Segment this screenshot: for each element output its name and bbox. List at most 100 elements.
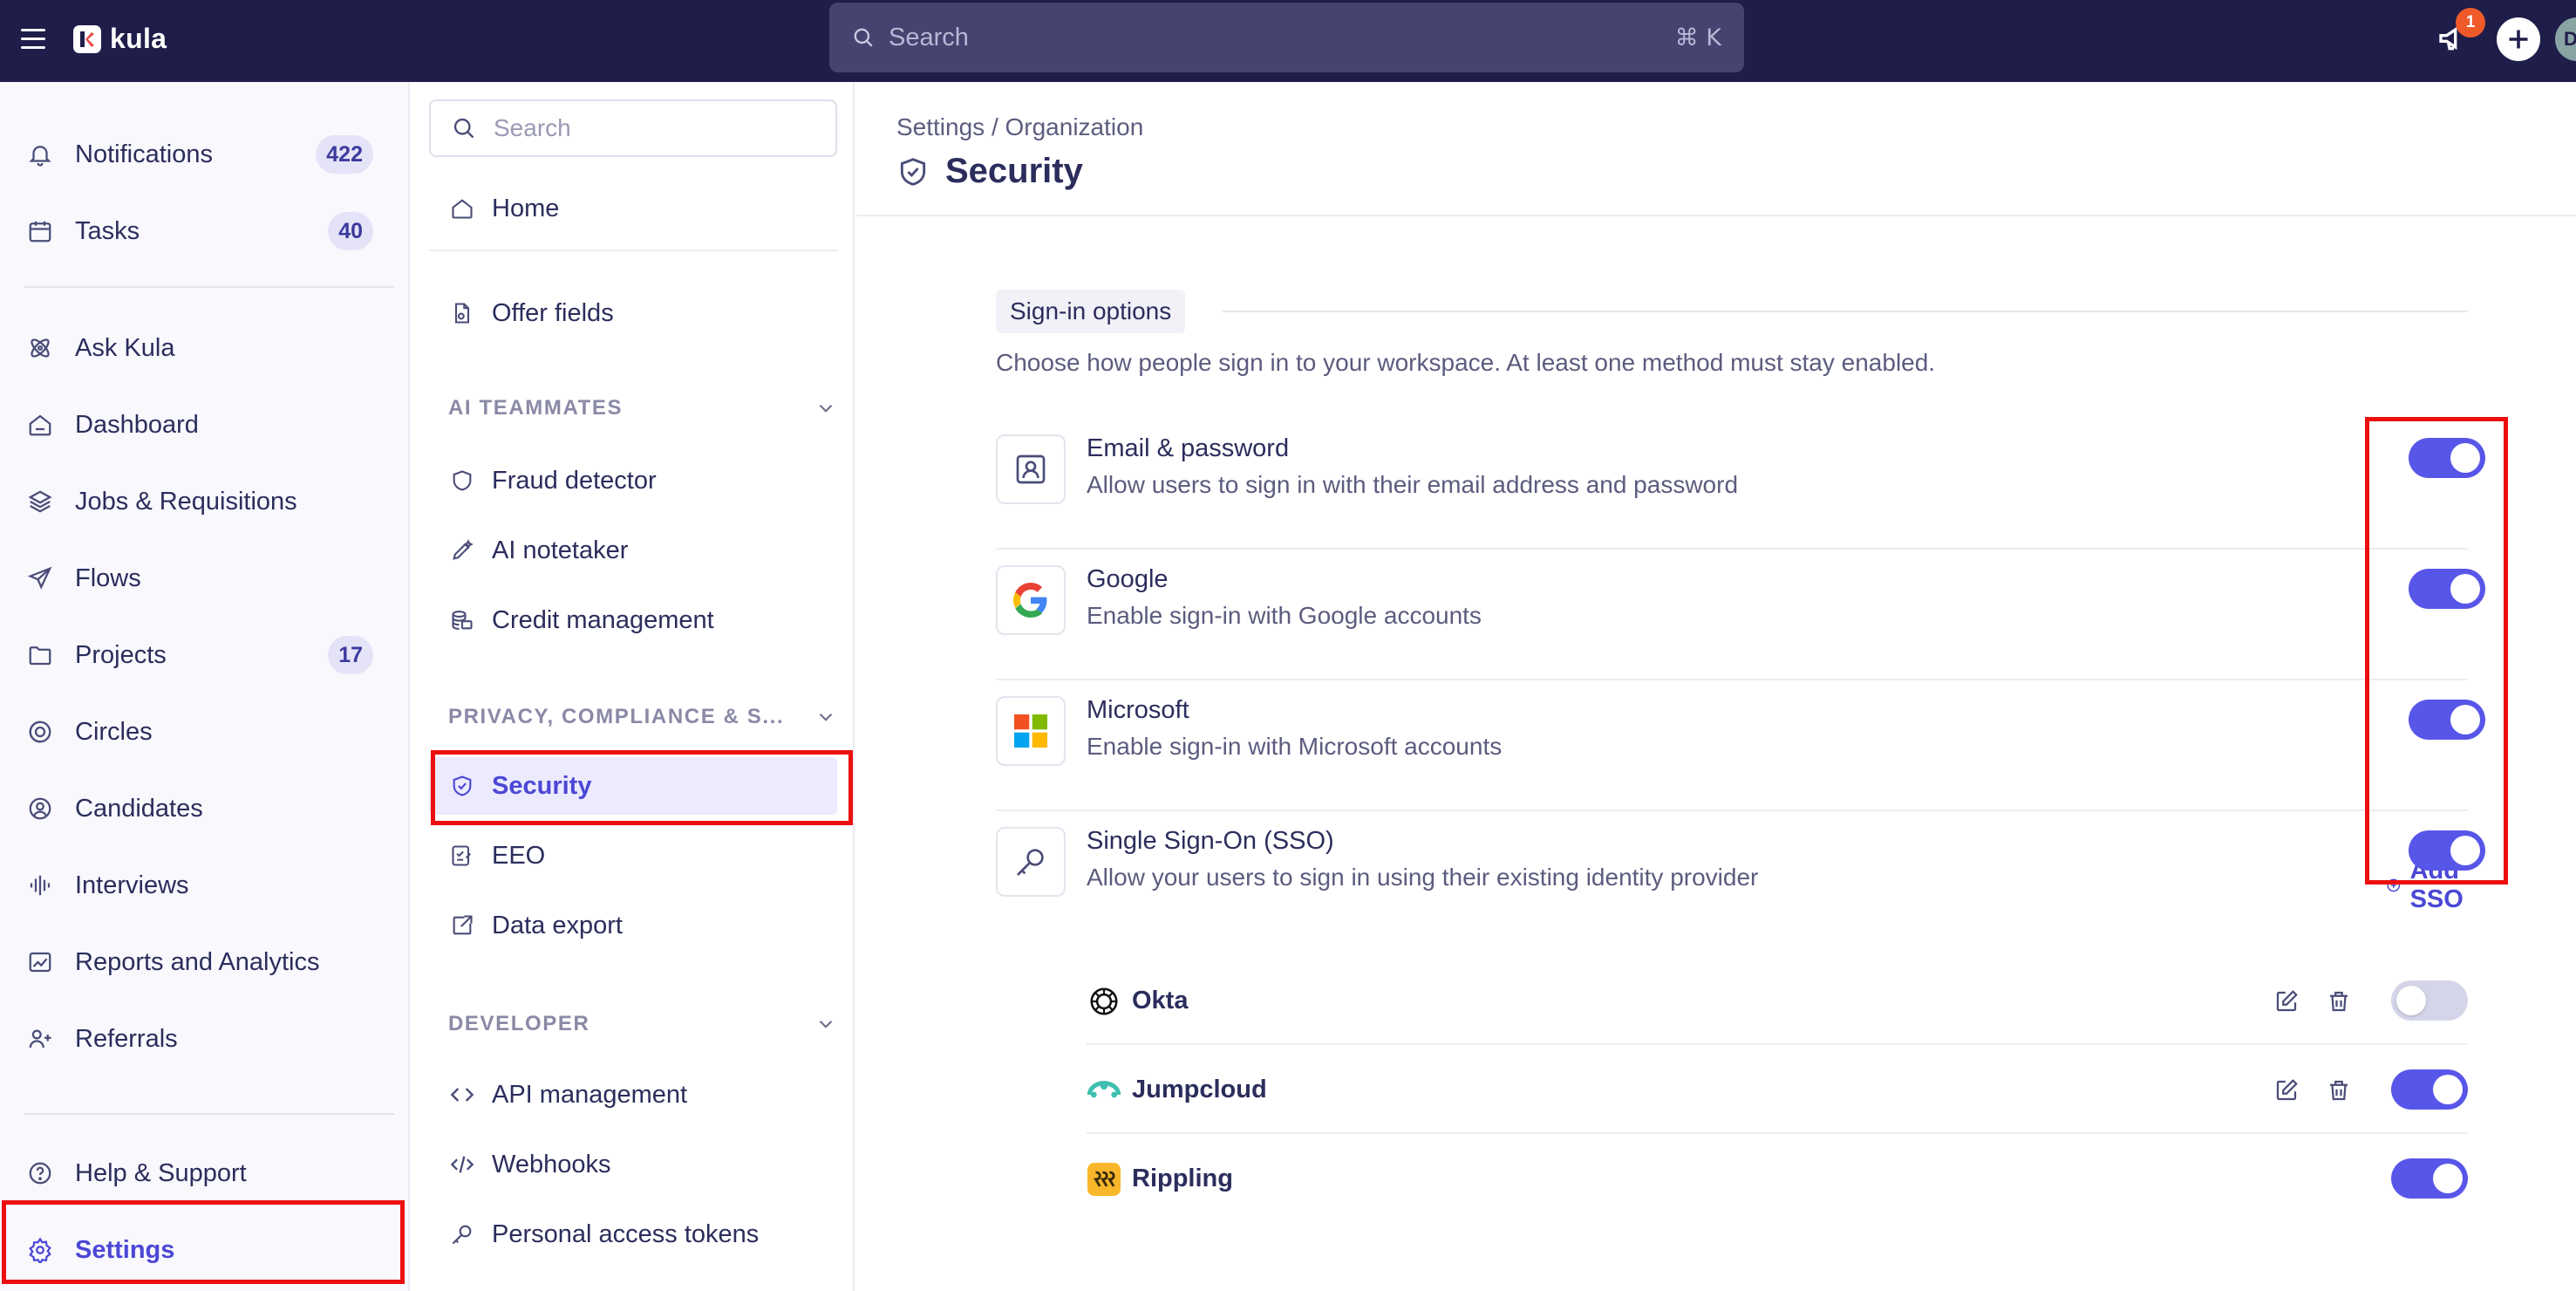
nav-label: Candidates <box>75 794 203 823</box>
edit-icon[interactable] <box>2269 984 2304 1019</box>
subnav-eeo[interactable]: EEO <box>429 827 837 885</box>
count-badge: 422 <box>316 135 373 174</box>
nav-projects[interactable]: Projects 17 <box>0 625 410 686</box>
avatar[interactable]: D <box>2555 17 2576 61</box>
create-button[interactable] <box>2497 17 2540 61</box>
settings-subnav: Home Offer fields AI TEAMMATES Fraud det… <box>412 82 855 1291</box>
section-privacy-compliance[interactable]: PRIVACY, COMPLIANCE & S... <box>448 700 837 734</box>
subnav-label: Home <box>492 194 560 222</box>
nav-dashboard[interactable]: Dashboard <box>0 394 410 455</box>
section-description: Choose how people sign in to your worksp… <box>996 349 1936 376</box>
section-title: Sign-in options <box>996 290 1186 333</box>
subnav-offer-fields[interactable]: Offer fields <box>429 284 837 342</box>
signin-option-sso: Single Sign-On (SSO) Allow your users to… <box>996 811 2468 942</box>
key-icon <box>448 1220 476 1248</box>
subnav-label: Fraud detector <box>492 466 657 495</box>
settings-search-input[interactable] <box>494 114 814 142</box>
subnav-api-management[interactable]: API management <box>429 1066 837 1124</box>
nav-label: Interviews <box>75 871 189 899</box>
highlight-box-security <box>431 750 853 825</box>
global-search-bar[interactable]: ⌘ K <box>829 3 1744 72</box>
nav-tasks[interactable]: Tasks 40 <box>0 201 410 262</box>
help-circle-icon <box>24 1158 56 1189</box>
nav-notifications[interactable]: Notifications 422 <box>0 124 410 185</box>
subnav-ai-notetaker[interactable]: AI notetaker <box>429 522 837 579</box>
menu-icon[interactable] <box>21 29 45 50</box>
provider-name: Okta <box>1132 987 1189 1014</box>
option-title: Single Sign-On (SSO) <box>1087 827 1334 855</box>
jumpcloud-toggle[interactable] <box>2391 1069 2468 1110</box>
coins-icon <box>448 606 476 634</box>
section-title: PRIVACY, COMPLIANCE & S... <box>448 705 785 728</box>
checklist-icon <box>448 842 476 870</box>
nav-label: Notifications <box>75 140 213 168</box>
nav-referrals[interactable]: Referrals <box>0 1008 410 1069</box>
chart-icon <box>24 946 56 978</box>
page-header: Settings / Organization Security <box>856 82 2576 216</box>
provider-name: Rippling <box>1132 1165 1233 1192</box>
option-title: Microsoft <box>1087 696 1189 724</box>
user-circle-icon <box>24 793 56 824</box>
global-search-input[interactable] <box>889 23 1675 52</box>
subnav-data-export[interactable]: Data export <box>429 897 837 954</box>
rippling-toggle[interactable] <box>2391 1158 2468 1199</box>
home-icon <box>24 409 56 441</box>
section-developer[interactable]: DEVELOPER <box>448 1007 837 1042</box>
option-title: Google <box>1087 565 1169 593</box>
code-icon <box>448 1081 476 1109</box>
signin-option-microsoft: Microsoft Enable sign-in with Microsoft … <box>996 680 2468 811</box>
section-ai-teammates[interactable]: AI TEAMMATES <box>448 391 837 426</box>
subnav-home[interactable]: Home <box>429 180 837 237</box>
file-icon <box>448 299 476 327</box>
subnav-personal-access-tokens[interactable]: Personal access tokens <box>429 1206 837 1263</box>
home-icon <box>448 195 476 222</box>
option-description: Allow your users to sign in using their … <box>1087 864 1759 891</box>
okta-toggle[interactable] <box>2391 980 2468 1021</box>
nav-ask-kula[interactable]: Ask Kula <box>0 318 410 379</box>
nav-label: Jobs & Requisitions <box>75 487 297 516</box>
page-title: Security <box>945 152 1083 190</box>
nav-circles[interactable]: Circles <box>0 701 410 762</box>
code-slash-icon <box>448 1151 476 1178</box>
trash-icon[interactable] <box>2321 1073 2356 1108</box>
page-title-row: Security <box>896 152 1083 191</box>
trash-icon[interactable] <box>2321 984 2356 1019</box>
divider <box>24 1113 394 1115</box>
subnav-label: AI notetaker <box>492 536 629 564</box>
edit-icon[interactable] <box>2269 1073 2304 1108</box>
left-navigation: Notifications 422 Tasks 40 Ask Kula Dash… <box>0 82 410 1291</box>
nav-candidates[interactable]: Candidates <box>0 778 410 839</box>
nav-label: Help & Support <box>75 1158 247 1187</box>
subnav-credit-management[interactable]: Credit management <box>429 591 837 649</box>
subnav-webhooks[interactable]: Webhooks <box>429 1136 837 1193</box>
shield-icon <box>448 467 476 495</box>
divider <box>1223 311 2468 312</box>
breadcrumb[interactable]: Settings / Organization <box>896 113 1143 141</box>
search-shortcut: ⌘ K <box>1674 24 1721 51</box>
atom-icon <box>24 332 56 364</box>
folder-icon <box>24 639 56 671</box>
nav-jobs-requisitions[interactable]: Jobs & Requisitions <box>0 471 410 532</box>
nav-label: Flows <box>75 564 141 592</box>
nav-interviews[interactable]: Interviews <box>0 855 410 916</box>
option-title: Email & password <box>1087 434 1290 462</box>
audio-wave-icon <box>24 870 56 901</box>
shield-check-icon <box>900 157 926 186</box>
subnav-fraud-detector[interactable]: Fraud detector <box>429 452 837 509</box>
users-icon <box>24 1023 56 1055</box>
subnav-label: Offer fields <box>492 298 614 327</box>
microsoft-icon <box>996 696 1066 766</box>
search-icon <box>453 118 474 139</box>
option-description: Enable sign-in with Microsoft accounts <box>1087 733 1503 760</box>
nav-label: Projects <box>75 640 167 669</box>
sso-provider-rippling: Rippling <box>1087 1134 2468 1223</box>
nav-flows[interactable]: Flows <box>0 548 410 609</box>
calendar-icon <box>24 215 56 247</box>
nav-reports-analytics[interactable]: Reports and Analytics <box>0 932 410 993</box>
brand[interactable]: kula <box>73 23 167 55</box>
nav-label: Dashboard <box>75 410 199 439</box>
sso-provider-jumpcloud: Jumpcloud <box>1087 1045 2468 1134</box>
settings-search-box[interactable] <box>429 99 837 157</box>
nav-help-support[interactable]: Help & Support <box>0 1143 410 1204</box>
subnav-label: EEO <box>492 841 546 870</box>
